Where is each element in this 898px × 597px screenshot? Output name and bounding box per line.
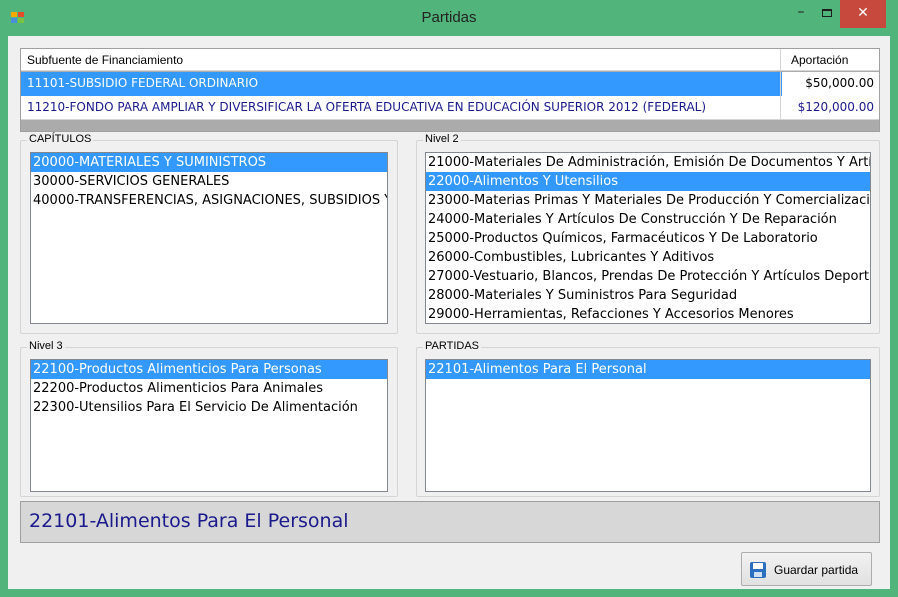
save-partida-button[interactable]: Guardar partida [741,552,872,586]
list-item[interactable]: 20000-MATERIALES Y SUMINISTROS [31,153,387,172]
list-item[interactable]: 26000-Combustibles, Lubricantes Y Aditiv… [426,248,870,267]
close-button[interactable]: ✕ [840,0,886,28]
partidas-listbox[interactable]: 22101-Alimentos Para El Personal [425,359,871,492]
minimize-button[interactable]: – [788,0,814,28]
list-item[interactable]: 24000-Materiales Y Artículos De Construc… [426,210,870,229]
cell-subfuente[interactable]: 11210-FONDO PARA AMPLIAR Y DIVERSIFICAR … [21,96,781,119]
list-item[interactable]: 22200-Productos Alimenticios Para Animal… [31,379,387,398]
maximize-icon [822,9,832,17]
list-item[interactable]: 28000-Materiales Y Suministros Para Segu… [426,286,870,305]
list-item[interactable]: 22300-Utensilios Para El Servicio De Ali… [31,398,387,417]
cell-subfuente[interactable]: 11101-SUBSIDIO FEDERAL ORDINARIO [21,72,781,96]
window-client-area: Subfuente de Financiamiento Aportación 1… [8,36,890,589]
partidas-label: PARTIDAS [423,340,481,352]
nivel3-listbox[interactable]: 22100-Productos Alimenticios Para Person… [30,359,388,492]
capitulos-label: CAPÍTULOS [27,133,94,145]
table-row[interactable]: 11210-FONDO PARA AMPLIAR Y DIVERSIFICAR … [21,96,879,120]
list-item[interactable]: 29000-Herramientas, Refacciones Y Acceso… [426,305,870,323]
table-row[interactable]: 11101-SUBSIDIO FEDERAL ORDINARIO $50,000… [21,72,879,96]
partidas-group: PARTIDAS 22101-Alimentos Para El Persona… [416,340,880,497]
list-item[interactable]: 22100-Productos Alimenticios Para Person… [31,360,387,379]
list-item[interactable]: 22000-Alimentos Y Utensilios [426,172,870,191]
subfuente-grid[interactable]: Subfuente de Financiamiento Aportación 1… [20,48,880,132]
save-partida-label: Guardar partida [774,563,859,577]
cell-aportacion[interactable]: $120,000.00 [782,96,879,119]
nivel2-label: Nivel 2 [423,133,461,145]
list-item[interactable]: 22101-Alimentos Para El Personal [426,360,870,379]
capitulos-group: CAPÍTULOS 20000-MATERIALES Y SUMINISTROS… [20,133,398,334]
list-item[interactable]: 25000-Productos Químicos, Farmacéuticos … [426,229,870,248]
list-item[interactable]: 27000-Vestuario, Blancos, Prendas De Pro… [426,267,870,286]
capitulos-listbox[interactable]: 20000-MATERIALES Y SUMINISTROS 30000-SERV… [30,152,388,324]
list-item[interactable]: 21000-Materiales De Administración, Emis… [426,153,870,172]
maximize-button[interactable] [814,0,840,28]
selected-partida-display: 22101-Alimentos Para El Personal [20,501,880,543]
nivel2-group: Nivel 2 21000-Materiales De Administraci… [416,133,880,334]
list-item[interactable]: 23000-Materias Primas Y Materiales De Pr… [426,191,870,210]
title-bar[interactable]: Partidas – ✕ [0,0,898,36]
window-title: Partidas [421,9,477,26]
list-item[interactable]: 30000-SERVICIOS GENERALES [31,172,387,191]
selected-partida-text: 22101-Alimentos Para El Personal [29,510,349,532]
nivel2-listbox[interactable]: 21000-Materiales De Administración, Emis… [425,152,871,324]
nivel3-label: Nivel 3 [27,340,65,352]
partidas-window: Partidas – ✕ Subfuente de Financiamiento… [0,0,898,597]
nivel3-group: Nivel 3 22100-Productos Alimenticios Par… [20,340,398,497]
list-item[interactable]: 40000-TRANSFERENCIAS, ASIGNACIONES, SUBS… [31,191,387,210]
save-disk-icon [750,562,766,578]
column-header-aportacion[interactable]: Aportación [782,49,879,70]
cell-aportacion[interactable]: $50,000.00 [782,72,879,96]
column-header-subfuente[interactable]: Subfuente de Financiamiento [21,49,781,70]
grid-header-row: Subfuente de Financiamiento Aportación [21,49,879,71]
